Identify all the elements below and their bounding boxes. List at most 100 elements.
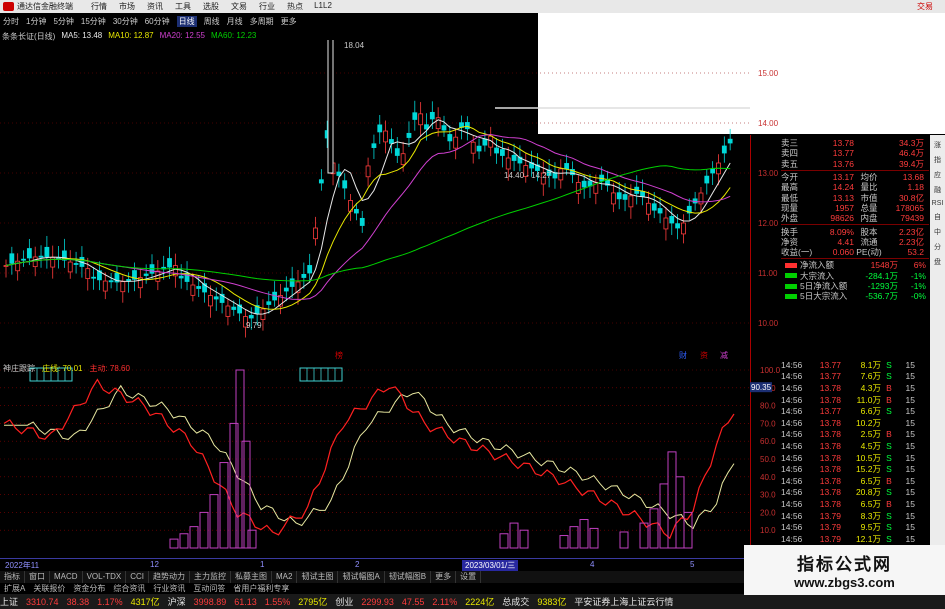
tick-price: 13.78 — [819, 417, 841, 428]
ind-tab-0[interactable]: 指标 — [0, 571, 25, 583]
quote-label: 外盘 — [781, 213, 799, 224]
tick-row: 14:56 13.78 2.5万 B 15 — [781, 429, 929, 441]
period-3[interactable]: 15分钟 — [81, 16, 106, 27]
ticker-item-10: 创业 — [335, 597, 354, 607]
ticker-item-17: 平安证券上海上证云行情 — [574, 597, 674, 607]
info-tab-0[interactable]: 扩展A — [0, 583, 29, 594]
tick-side: S — [886, 452, 892, 463]
ticker-item-4: 4317亿 — [130, 597, 160, 607]
period-10[interactable]: 更多 — [281, 16, 297, 27]
strip-item-7[interactable]: 分 — [934, 242, 941, 252]
ind-tab-10[interactable]: 韧试幅图A — [338, 571, 385, 583]
fund-percent: -1% — [910, 270, 926, 281]
period-6[interactable]: 日线 — [176, 15, 197, 27]
tick-time: 14:56 — [781, 394, 803, 405]
candle — [400, 153, 406, 166]
info-tab-4[interactable]: 行业资讯 — [149, 583, 189, 594]
event-mark: 榜 — [335, 350, 343, 360]
ind-tab-1[interactable]: 窗口 — [25, 571, 50, 583]
candle — [167, 258, 172, 268]
menu-item-7[interactable]: 热点 — [281, 1, 309, 12]
ind-tab-6[interactable]: 主力监控 — [190, 571, 232, 583]
menu-item-2[interactable]: 资讯 — [141, 1, 169, 12]
date-label-5: 4 — [590, 560, 595, 569]
candle — [494, 147, 499, 154]
fund-bar — [785, 293, 797, 299]
ticker-item-12: 47.55 — [401, 596, 425, 607]
period-4[interactable]: 30分钟 — [113, 16, 138, 27]
ind-tab-7[interactable]: 私募主图 — [231, 571, 273, 583]
candle — [441, 125, 447, 131]
candle — [482, 138, 488, 146]
info-tab-5[interactable]: 互动问答 — [189, 583, 229, 594]
strip-item-4[interactable]: RSI — [932, 200, 944, 207]
tick-time: 14:56 — [781, 429, 803, 440]
ticker-item-0: 上证 — [0, 597, 19, 607]
menu-item-3[interactable]: 工具 — [169, 1, 197, 12]
hist-bar — [649, 508, 659, 549]
period-7[interactable]: 周线 — [204, 16, 220, 27]
ind-tab-5[interactable]: 趋势动力 — [149, 571, 191, 583]
menu-item-8[interactable]: L1L2 — [309, 1, 337, 12]
candle — [646, 202, 651, 215]
menu-item-0[interactable]: 行情 — [85, 1, 113, 12]
candle — [663, 217, 669, 230]
tick-row: 14:56 13.79 8.3万 S 15 — [781, 510, 929, 522]
ind-tab-3[interactable]: VOL-TDX — [83, 571, 127, 583]
tick-price: 13.78 — [819, 429, 841, 440]
tick-count: 15 — [905, 440, 915, 451]
strip-item-8[interactable]: 盘 — [934, 257, 941, 267]
strip-item-6[interactable]: 中 — [934, 227, 941, 237]
period-1[interactable]: 1分钟 — [26, 16, 46, 27]
ind-tab-9[interactable]: 韧试主图 — [297, 571, 339, 583]
candle — [91, 276, 96, 279]
strip-item-3[interactable]: 融 — [934, 185, 941, 195]
menu-item-1[interactable]: 市场 — [113, 1, 141, 12]
tick-side: S — [886, 359, 892, 370]
sell-volume: 39.4万 — [898, 158, 924, 169]
strip-item-5[interactable]: 自 — [934, 212, 941, 222]
menu-item-6[interactable]: 行业 — [253, 1, 281, 12]
period-9[interactable]: 多周期 — [250, 16, 274, 27]
ind-tab-12[interactable]: 更多 — [431, 571, 457, 583]
ticker-item-9: 2795亿 — [298, 597, 328, 607]
period-8[interactable]: 月线 — [227, 16, 243, 27]
menu-item-5[interactable]: 文易 — [225, 1, 253, 12]
quote-row: 外盘 98626 内盘 79439 — [781, 213, 929, 223]
tick-time: 14:56 — [781, 487, 803, 498]
hist-bar — [589, 527, 599, 549]
ind-tab-4[interactable]: CCI — [126, 571, 150, 583]
info-tab-1[interactable]: 关联报价 — [29, 583, 69, 594]
candle — [558, 168, 564, 181]
period-5[interactable]: 60分钟 — [145, 16, 170, 27]
candle — [710, 168, 716, 174]
candle — [681, 222, 686, 235]
period-0[interactable]: 分时 — [3, 16, 19, 27]
strip-item-0[interactable]: 涨 — [934, 140, 941, 150]
strip-item-2[interactable]: 应 — [934, 170, 941, 180]
ind-tab-2[interactable]: MACD — [50, 571, 83, 583]
tick-count: 15 — [905, 406, 915, 417]
info-tab-3[interactable]: 综合资讯 — [109, 583, 149, 594]
ind-tab-11[interactable]: 韧试幅图B — [385, 571, 432, 583]
tick-side: S — [886, 406, 892, 417]
ticker-item-7: 61.13 — [234, 596, 257, 607]
tick-side: S — [886, 533, 892, 544]
ind-tab-13[interactable]: 设置 — [456, 571, 482, 583]
candlestick-chart[interactable]: 18.04 9.79 14.40 - 14.27 榜 财 资 减 — [0, 40, 750, 360]
info-tab-6[interactable]: 省用户福利专享 — [229, 583, 293, 594]
ind-tab-8[interactable]: MA2 — [272, 571, 298, 583]
period-2[interactable]: 5分钟 — [53, 16, 73, 27]
candle — [231, 306, 237, 310]
stat-value: 53.2 — [907, 247, 924, 258]
info-tab-2[interactable]: 资金分布 — [69, 583, 109, 594]
menu-item-4[interactable]: 选股 — [197, 1, 225, 12]
ind-legend-0: 神庄跟踪 — [3, 364, 35, 373]
strip-item-1[interactable]: 指 — [934, 155, 941, 165]
indicator-chart[interactable] — [0, 360, 750, 560]
stat-row: 收益(一) 0.060 PE(动) 53.2 — [781, 247, 929, 257]
tick-count: 15 — [905, 498, 915, 509]
tick-side: B — [886, 475, 892, 486]
tick-time: 14:56 — [781, 452, 803, 463]
quote-label: 内盘 — [860, 213, 878, 224]
